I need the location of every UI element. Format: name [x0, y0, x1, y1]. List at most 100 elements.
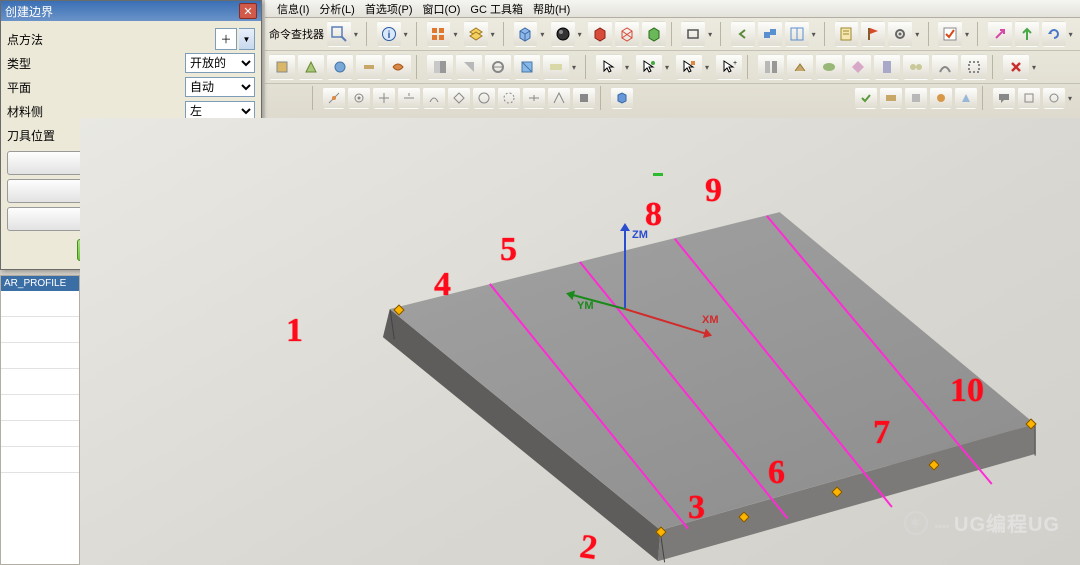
tb-snap6-icon[interactable]: [448, 87, 470, 109]
tb-sphere-icon[interactable]: [551, 21, 575, 47]
tb-cursor4-icon[interactable]: +: [716, 54, 742, 80]
label-type: 类型: [7, 55, 31, 72]
dropdown-icon[interactable]: ▾: [1068, 94, 1076, 103]
tb-tool4-icon[interactable]: [356, 54, 382, 80]
tb-redcube-icon[interactable]: [588, 21, 612, 47]
dropdown-icon[interactable]: ▾: [965, 30, 972, 39]
tb-tool3-icon[interactable]: [327, 54, 353, 80]
tb-cube-icon[interactable]: [514, 21, 538, 47]
tb-flag-icon[interactable]: [861, 21, 885, 47]
annotation-8: 8: [645, 198, 662, 232]
close-icon[interactable]: ✕: [239, 3, 257, 19]
tb-rect-icon[interactable]: [681, 21, 705, 47]
plane-select[interactable]: 自动: [185, 77, 255, 97]
tb-refresh-icon[interactable]: [1042, 21, 1066, 47]
dropdown-icon[interactable]: ▾: [572, 63, 580, 72]
tree-slot: [1, 447, 79, 473]
tb-layers-icon[interactable]: [464, 21, 488, 47]
point-method-icon[interactable]: ＋: [215, 28, 237, 50]
tb-r5-icon[interactable]: [955, 87, 977, 109]
menu-item-help[interactable]: 帮助(H): [529, 0, 574, 18]
tb-r6-icon[interactable]: [1018, 87, 1040, 109]
tb-box-blue-icon[interactable]: [758, 21, 782, 47]
tb-g4-icon[interactable]: [845, 54, 871, 80]
tb-snap1-icon[interactable]: [323, 87, 345, 109]
tb-op1-icon[interactable]: [427, 54, 453, 80]
dropdown-icon[interactable]: ▾: [915, 30, 922, 39]
tb-snap2-icon[interactable]: [348, 87, 370, 109]
menu-item-info[interactable]: 信息(I): [273, 0, 313, 18]
dropdown-icon[interactable]: ▾: [705, 63, 713, 72]
tb-grid-icon[interactable]: [427, 21, 451, 47]
tb-r4-icon[interactable]: [930, 87, 952, 109]
dropdown-icon[interactable]: ▾: [812, 30, 819, 39]
cmd-finder-icon[interactable]: [327, 21, 351, 47]
tb-arrow-up-icon[interactable]: [1015, 21, 1039, 47]
tb-info-icon[interactable]: i: [377, 21, 401, 47]
tb-checkbox-icon[interactable]: [938, 21, 962, 47]
tb-snap4-icon[interactable]: [398, 87, 420, 109]
dropdown-icon[interactable]: ▾: [491, 30, 498, 39]
dialog-titlebar[interactable]: 创建边界 ✕: [1, 1, 261, 21]
tb-g5-icon[interactable]: [874, 54, 900, 80]
tb-cursor3-icon[interactable]: [676, 54, 702, 80]
tb-doc-icon[interactable]: [835, 21, 859, 47]
tb-greencube-icon[interactable]: [642, 21, 666, 47]
tb-snap8-icon[interactable]: [498, 87, 520, 109]
dropdown-icon[interactable]: ▾: [453, 30, 460, 39]
menu-item-analysis[interactable]: 分析(L): [315, 0, 358, 18]
tree-item-profile[interactable]: AR_PROFILE: [1, 276, 79, 291]
tb-g6-icon[interactable]: [903, 54, 929, 80]
menu-item-gc[interactable]: GC 工具箱: [466, 0, 527, 18]
tb-g7-icon[interactable]: [932, 54, 958, 80]
tb-cursor2-icon[interactable]: [636, 54, 662, 80]
tb-delete-icon[interactable]: [1003, 54, 1029, 80]
tb-snap3-icon[interactable]: [373, 87, 395, 109]
tb-cube3d-icon[interactable]: [611, 87, 633, 109]
tb-cursor1-icon[interactable]: [596, 54, 622, 80]
tb-tool2-icon[interactable]: [298, 54, 324, 80]
tb-g8-icon[interactable]: [961, 54, 987, 80]
tb-tool1-icon[interactable]: [269, 54, 295, 80]
tb-op3-icon[interactable]: [485, 54, 511, 80]
tb-r1-icon[interactable]: [855, 87, 877, 109]
dropdown-icon[interactable]: ▾: [708, 30, 715, 39]
tb-g1-icon[interactable]: [758, 54, 784, 80]
tb-tool5-icon[interactable]: [385, 54, 411, 80]
tb-snap11-icon[interactable]: [573, 87, 595, 109]
tb-r2-icon[interactable]: [880, 87, 902, 109]
tb-arrow-pink-icon[interactable]: [988, 21, 1012, 47]
tb-snap5-icon[interactable]: [423, 87, 445, 109]
dropdown-icon[interactable]: ▾: [354, 30, 361, 39]
tb-g2-icon[interactable]: [787, 54, 813, 80]
separator: [992, 55, 998, 79]
menu-item-prefs[interactable]: 首选项(P): [361, 0, 417, 18]
separator: [824, 22, 830, 46]
tb-g3-icon[interactable]: [816, 54, 842, 80]
tb-box-split-icon[interactable]: [785, 21, 809, 47]
dropdown-icon[interactable]: ▾: [1069, 30, 1076, 39]
tb-snap7-icon[interactable]: [473, 87, 495, 109]
dropdown-icon[interactable]: ▾: [1032, 63, 1040, 72]
dropdown-icon[interactable]: ▾: [540, 30, 547, 39]
tb-wireframe-icon[interactable]: [615, 21, 639, 47]
dropdown-icon[interactable]: ▾: [578, 30, 585, 39]
dropdown-icon[interactable]: ▾: [404, 30, 411, 39]
tb-snap10-icon[interactable]: [548, 87, 570, 109]
point-method-dropdown[interactable]: ▼: [239, 28, 255, 50]
tb-arrow-left-icon[interactable]: [731, 21, 755, 47]
dropdown-icon[interactable]: ▾: [665, 63, 673, 72]
annotation-6: 6: [768, 456, 785, 490]
menu-item-window[interactable]: 窗口(O): [419, 0, 465, 18]
tb-snap9-icon[interactable]: [523, 87, 545, 109]
tb-r3-icon[interactable]: [905, 87, 927, 109]
tb-gear-icon[interactable]: [888, 21, 912, 47]
tb-chat-icon[interactable]: [993, 87, 1015, 109]
graphics-viewport[interactable]: ZM XM YM 1 2 3 4 5 6 7 8 9 10 ✶ .... UG编…: [80, 118, 1080, 565]
tb-op5-icon[interactable]: [543, 54, 569, 80]
tb-r7-icon[interactable]: [1043, 87, 1065, 109]
type-select[interactable]: 开放的: [185, 53, 255, 73]
tb-op2-icon[interactable]: [456, 54, 482, 80]
dropdown-icon[interactable]: ▾: [625, 63, 633, 72]
tb-op4-icon[interactable]: [514, 54, 540, 80]
